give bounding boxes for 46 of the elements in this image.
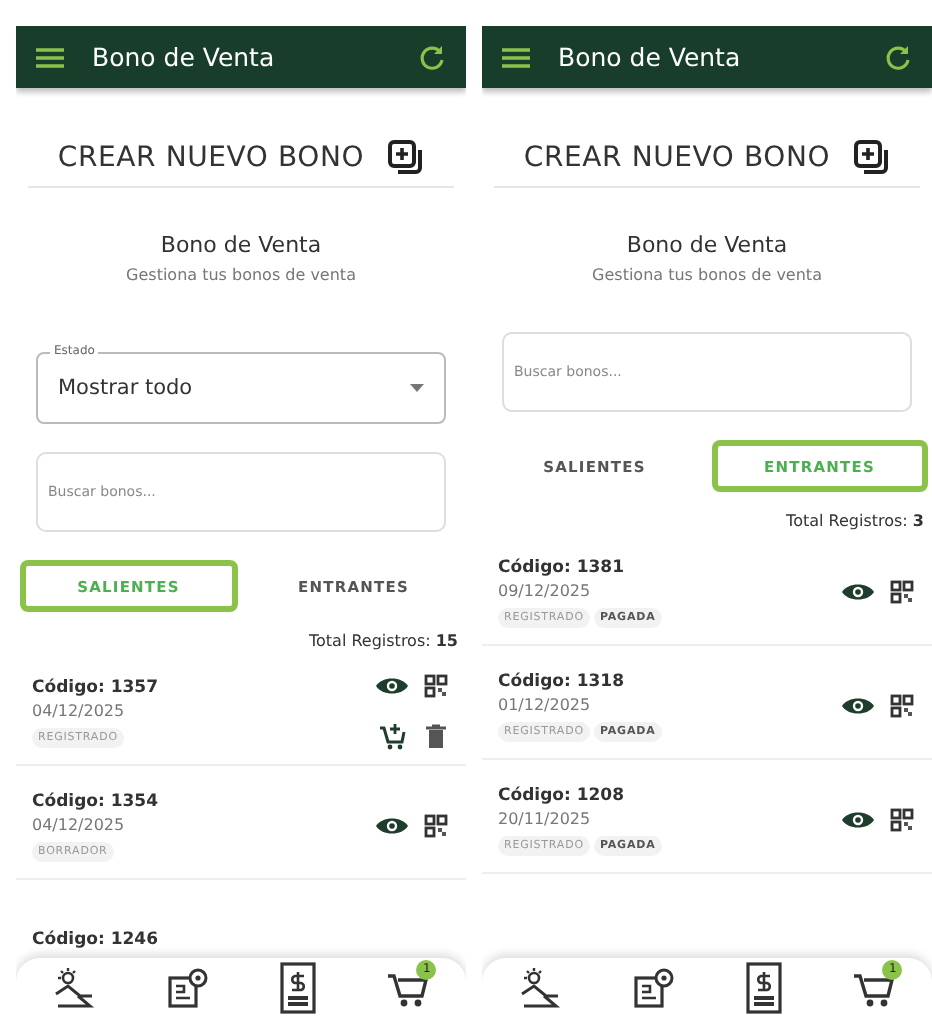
cart-plus-icon[interactable] xyxy=(378,722,406,750)
total-records: Total Registros: 3 xyxy=(784,510,926,532)
record-date: 04/12/2025 xyxy=(32,701,127,719)
page-subtitle: Gestiona tus bonos de venta xyxy=(124,266,358,284)
total-records: Total Registros: 15 xyxy=(306,630,460,652)
receipt-icon[interactable] xyxy=(746,961,783,1013)
record-date: 04/12/2025 xyxy=(32,815,127,833)
map-pin-icon[interactable] xyxy=(631,965,676,1009)
map-pin-icon[interactable] xyxy=(165,965,210,1009)
qr-code-icon[interactable] xyxy=(424,814,448,838)
eye-icon[interactable] xyxy=(842,810,874,830)
record-code: Código: 1381 xyxy=(498,557,627,577)
record-code: Código: 1354 xyxy=(32,791,161,811)
record-code: Código: 1246 xyxy=(32,930,161,950)
record-date: 01/12/2025 xyxy=(498,695,593,713)
qr-code-icon[interactable] xyxy=(890,808,914,832)
page-title: Bono de Venta xyxy=(624,232,790,258)
eye-icon[interactable] xyxy=(376,676,408,696)
eye-icon[interactable] xyxy=(842,582,874,602)
add-box-icon[interactable] xyxy=(388,140,425,176)
record-date: 09/12/2025 xyxy=(498,581,593,599)
add-box-icon[interactable] xyxy=(854,140,891,176)
record-code: Código: 1357 xyxy=(32,677,161,697)
app-bar-title: Bono de Venta xyxy=(558,42,743,72)
menu-icon[interactable] xyxy=(36,47,64,67)
create-bono-button[interactable]: CREAR NUEVO BONO xyxy=(494,128,920,188)
qr-code-icon[interactable] xyxy=(890,580,914,604)
page-subtitle: Gestiona tus bonos de venta xyxy=(590,266,824,284)
app-bar-title: Bono de Venta xyxy=(92,42,277,72)
page-title: Bono de Venta xyxy=(158,232,324,258)
trash-icon[interactable] xyxy=(426,724,446,748)
refresh-icon[interactable] xyxy=(418,43,446,71)
hand-sun-icon[interactable] xyxy=(51,965,96,1009)
dropdown-caret-icon xyxy=(410,384,424,392)
menu-icon[interactable] xyxy=(502,47,530,67)
refresh-icon[interactable] xyxy=(884,43,912,71)
record-date: 20/11/2025 xyxy=(498,809,593,827)
receipt-icon[interactable] xyxy=(280,961,317,1013)
create-bono-button[interactable]: CREAR NUEVO BONO xyxy=(28,128,454,188)
record-code: Código: 1318 xyxy=(498,671,627,691)
hand-sun-icon[interactable] xyxy=(517,965,562,1009)
qr-code-icon[interactable] xyxy=(424,674,448,698)
eye-icon[interactable] xyxy=(842,696,874,716)
eye-icon[interactable] xyxy=(376,816,408,836)
qr-code-icon[interactable] xyxy=(890,694,914,718)
record-code: Código: 1208 xyxy=(498,785,627,805)
